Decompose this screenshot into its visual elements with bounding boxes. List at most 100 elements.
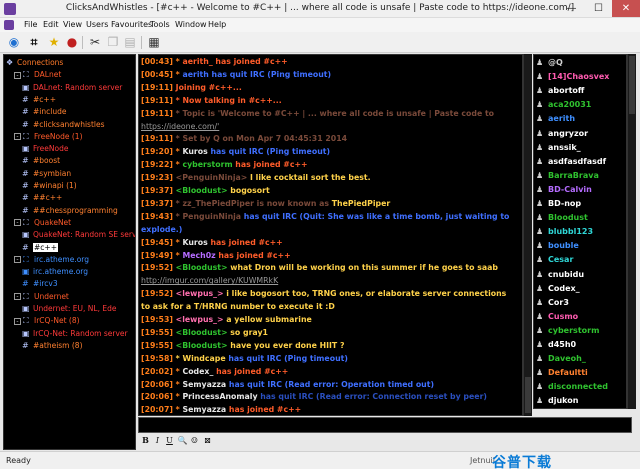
menu-view[interactable]: View xyxy=(63,20,82,29)
nick-item[interactable]: ♟ BD-Calvin xyxy=(536,183,592,196)
chat-line: [19:22] * cyberstorm has joined #c++ xyxy=(141,159,308,170)
tree-item[interactable]: ▣ IrCQ-Net: Random server xyxy=(22,328,128,340)
tree-item[interactable]: - ⛶ FreeNode (1) xyxy=(14,131,83,143)
nick-item[interactable]: ♟ Cesar xyxy=(536,253,573,266)
paste-icon[interactable]: ▤ xyxy=(122,35,138,50)
menu-users[interactable]: Users xyxy=(86,20,108,29)
menu-favourites[interactable]: Favourites xyxy=(111,20,152,29)
nick-item[interactable]: ♟ d45h0 xyxy=(536,338,576,351)
nick-list[interactable]: ♟ @Q ♟ [14]Chaosvex ♟ abortoff ♟ aca20031 ♟ aerit… xyxy=(533,54,627,409)
tree-expander-icon[interactable]: - xyxy=(14,256,21,264)
search-icon[interactable]: 🔍 xyxy=(177,435,188,446)
nick-scroll-thumb[interactable] xyxy=(629,56,635,114)
nick-item[interactable]: ♟ aca20031 xyxy=(536,98,591,111)
tree-item[interactable]: - ⛶ IrCQ-Net (8) xyxy=(14,315,80,327)
chat-segment[interactable]: https://ideone.com/' xyxy=(141,122,219,131)
chat-segment: [20:07] xyxy=(141,405,176,415)
tree-item[interactable]: # #include xyxy=(22,106,66,118)
nick-item[interactable]: ♟ anssik_ xyxy=(536,141,581,154)
tree-expander-icon[interactable]: - xyxy=(14,133,21,141)
chat-segment: [19:37] xyxy=(141,186,176,195)
nick-item[interactable]: ♟ Cor3 xyxy=(536,296,569,309)
chat-segment: <Bloodust> xyxy=(175,340,231,350)
chat-line: [19:37] <Bloodust> bogosort xyxy=(141,185,270,196)
tree-item[interactable]: # #c++ xyxy=(22,94,56,106)
globe-icon[interactable]: ◉ xyxy=(6,35,22,50)
tree-expander-icon[interactable]: - xyxy=(14,293,21,301)
star-icon[interactable]: ★ xyxy=(46,35,62,50)
tree-item[interactable]: ▣ DALnet: Random server xyxy=(22,82,122,94)
tree-item[interactable]: ▣ irc.atheme.org xyxy=(22,266,88,278)
chat-segment[interactable]: http://imgur.com/gallery/KUWMRkK xyxy=(141,276,278,285)
clear-format-icon[interactable]: ⊠ xyxy=(202,435,213,446)
tree-item[interactable]: # #clicksandwhistles xyxy=(22,119,104,131)
tree-item[interactable]: # #atheism (8) xyxy=(22,340,83,352)
chat-line: [19:37] * zz_ThePiedPiper is now known a… xyxy=(141,198,390,209)
ball-icon[interactable]: ● xyxy=(64,35,80,50)
nick-item[interactable]: ♟ Daveoh_ xyxy=(536,352,586,365)
cut-icon[interactable]: ✂ xyxy=(87,35,103,50)
bold-button[interactable]: B xyxy=(140,435,151,446)
chat-window[interactable]: [00:43] * aerith_ has joined #c++ [00:45]… xyxy=(138,54,523,416)
tree-item[interactable]: # #symbian xyxy=(22,168,71,180)
nick-item[interactable]: ♟ cnubidu xyxy=(536,268,584,281)
tree-item[interactable]: # ##chessprogramming xyxy=(22,205,118,217)
menu-window[interactable]: Window xyxy=(175,20,207,29)
user-icon: ♟ xyxy=(536,396,544,406)
menu-edit[interactable]: Edit xyxy=(43,20,59,29)
tree-item[interactable]: # ##c++ xyxy=(22,192,62,204)
smiley-icon[interactable]: ☺ xyxy=(189,435,200,446)
hash-icon[interactable]: ⌗ xyxy=(26,35,42,50)
menu-help[interactable]: Help xyxy=(208,20,226,29)
tree-item[interactable]: ▣ QuakeNet: Random SE server xyxy=(22,229,135,241)
nick-item[interactable]: ♟ cyberstorm xyxy=(536,324,599,337)
nick-item[interactable]: ♟ disconnected xyxy=(536,380,608,393)
tree-expander-icon[interactable]: - xyxy=(14,219,21,227)
tree-item[interactable]: # #ircv3 xyxy=(22,278,58,290)
nick-item[interactable]: ♟ angryzor xyxy=(536,127,588,140)
tree-item[interactable]: # #winapi (1) xyxy=(22,180,77,192)
nick-item[interactable]: ♟ [14]Chaosvex xyxy=(536,70,609,83)
nick-label: BD-Calvin xyxy=(548,184,592,194)
italic-button[interactable]: I xyxy=(152,435,163,446)
nick-item[interactable]: ♟ aerith xyxy=(536,112,575,125)
copy-icon[interactable]: ❐ xyxy=(105,35,121,50)
tree-item[interactable]: # #c++ xyxy=(22,242,58,254)
tree-item[interactable]: - ⛶ Undernet xyxy=(14,291,69,303)
nick-item[interactable]: ♟ abortoff xyxy=(536,84,584,97)
close-button[interactable]: ✕ xyxy=(612,0,640,17)
nick-item[interactable]: ♟ djukon xyxy=(536,394,578,407)
menu-file[interactable]: File xyxy=(24,20,37,29)
chat-scroll-thumb[interactable] xyxy=(525,377,531,413)
tree-item[interactable]: - ⛶ QuakeNet xyxy=(14,217,71,229)
underline-button[interactable]: U xyxy=(164,435,175,446)
maximize-button[interactable]: ☐ xyxy=(585,0,612,17)
minimize-button[interactable]: — xyxy=(558,0,585,17)
menu-tools[interactable]: Tools xyxy=(150,20,170,29)
nick-item[interactable]: ♟ Cusmo xyxy=(536,310,578,323)
tree-item[interactable]: # #boost xyxy=(22,155,60,167)
connections-tree[interactable]: ❖ Connections - ⛶ DALnet ▣ DALnet: Random serv… xyxy=(3,54,136,450)
nick-item[interactable]: ♟ bouble xyxy=(536,239,579,252)
nick-item[interactable]: ♟ Defaultti xyxy=(536,366,588,379)
tree-item[interactable]: - ⛶ DALnet xyxy=(14,69,61,81)
nick-item[interactable]: ♟ BarraBrava xyxy=(536,169,599,182)
tree-item[interactable]: ❖ Connections xyxy=(6,57,63,69)
user-icon: ♟ xyxy=(536,72,544,82)
mdi-system-icon[interactable] xyxy=(4,20,14,30)
chat-scrollbar[interactable] xyxy=(523,54,532,416)
tree-item[interactable]: - ⛶ irc.atheme.org xyxy=(14,254,89,266)
message-input[interactable] xyxy=(138,417,632,433)
nick-item[interactable]: ♟ Codex_ xyxy=(536,282,580,295)
nick-scrollbar[interactable] xyxy=(627,54,636,409)
clipboard-icon[interactable]: ▦ xyxy=(146,35,162,50)
tree-expander-icon[interactable]: - xyxy=(14,317,21,325)
tree-expander-icon[interactable]: - xyxy=(14,71,21,79)
nick-item[interactable]: ♟ Bloodust xyxy=(536,211,588,224)
nick-item[interactable]: ♟ @Q xyxy=(536,56,563,69)
nick-item[interactable]: ♟ BD-nop xyxy=(536,197,581,210)
tree-item[interactable]: ▣ FreeNode xyxy=(22,143,69,155)
nick-item[interactable]: ♟ asdfasdfasdf xyxy=(536,155,606,168)
tree-item[interactable]: ▣ Undernet: EU, NL, Ede xyxy=(22,303,116,315)
nick-item[interactable]: ♟ blubbl123 xyxy=(536,225,593,238)
